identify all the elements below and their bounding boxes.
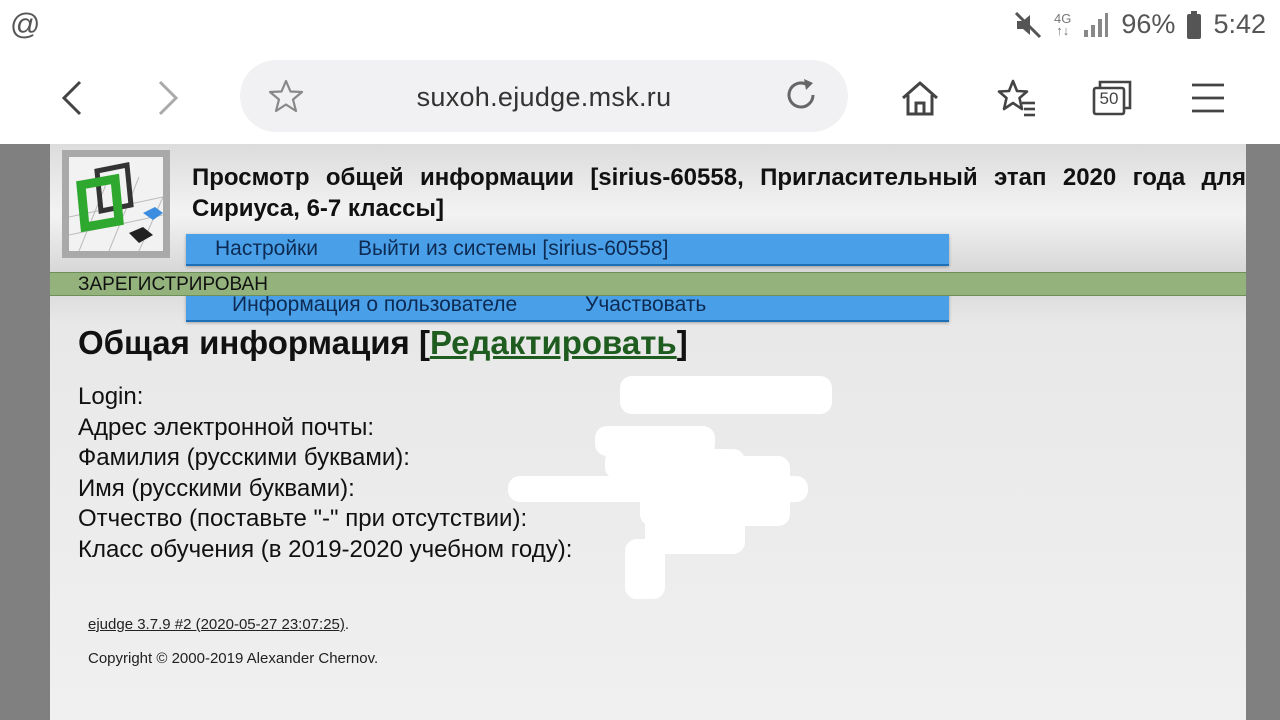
field-login: Login: [78,383,144,410]
field-patronymic: Отчество (поставьте "-" при отсутствии): [78,505,528,532]
field-grade: Класс обучения (в 2019-2020 учебном году… [78,535,573,563]
clock: 5:42 [1213,9,1266,39]
forward-button[interactable] [146,74,190,122]
reload-icon[interactable] [782,76,820,114]
address-bar[interactable]: suxoh.ejudge.msk.ru [240,60,848,132]
status-icons: 4G ↑↓ 96% 5:42 [1014,9,1266,40]
bookmarks-star-list-icon [997,79,1035,117]
tabs-count: 50 [1099,89,1119,108]
section-heading: Общая информация [Редактировать] [78,324,688,361]
menu-item-participate[interactable]: Участвовать [585,293,706,317]
battery-percent: 96% [1121,9,1176,39]
footer-version: ejudge 3.7.9 #2 (2020-05-27 23:07:25). [88,616,350,633]
field-email: Адрес электронной почты: [78,413,375,441]
registration-status: ЗАРЕГИСТРИРОВАН [78,274,268,295]
user-info-list: Login: Адрес электронной почты: Фамилия … [78,382,572,565]
menu-button[interactable] [1186,76,1230,120]
logo-image [69,157,163,251]
hamburger-menu-icon [1192,83,1224,113]
edit-link[interactable]: Редактировать [430,324,677,361]
page-title: Просмотр общей информации [sirius-60558,… [192,164,1246,222]
chevron-right-icon [158,80,179,116]
web-page: Просмотр общей информации [sirius-60558,… [50,144,1246,720]
home-icon [902,81,938,116]
logo-graphic-icon [69,162,163,251]
footer-copyright: Copyright © 2000-2019 Alexander Chernov. [88,650,379,667]
battery-icon [1187,10,1202,39]
field-name: Имя (русскими буквами): [78,474,355,502]
menu-item-logout[interactable]: Выйти из системы [sirius-60558] [358,237,668,261]
registration-status-bar: ЗАРЕГИСТРИРОВАН [50,272,1246,296]
chevron-left-icon [61,80,82,116]
main-menu-bar: Настройки Выйти из системы [sirius-60558… [186,234,949,266]
back-button[interactable] [50,74,94,122]
ejudge-version-link[interactable]: ejudge 3.7.9 #2 (2020-05-27 23:07:25) [88,616,345,633]
signal-icon [1084,12,1109,37]
ejudge-logo [62,150,170,258]
browser-toolbar: suxoh.ejudge.msk.ru 50 [0,52,1280,144]
menu-item-settings[interactable]: Настройки [215,237,318,261]
tabs-button[interactable]: 50 [1090,76,1134,120]
home-button[interactable] [898,76,942,120]
network-type: 4G ↑↓ [1054,10,1072,38]
field-surname: Фамилия (русскими буквами): [78,444,410,471]
status-bar: @ 4G ↑↓ 96% 5:42 [0,0,1280,52]
menu-item-user-info[interactable]: Информация о пользователе [232,293,517,317]
url-text[interactable]: suxoh.ejudge.msk.ru [240,82,848,113]
mute-icon [1014,11,1042,38]
at-icon: @ [10,8,41,41]
bookmarks-button[interactable] [994,76,1038,120]
